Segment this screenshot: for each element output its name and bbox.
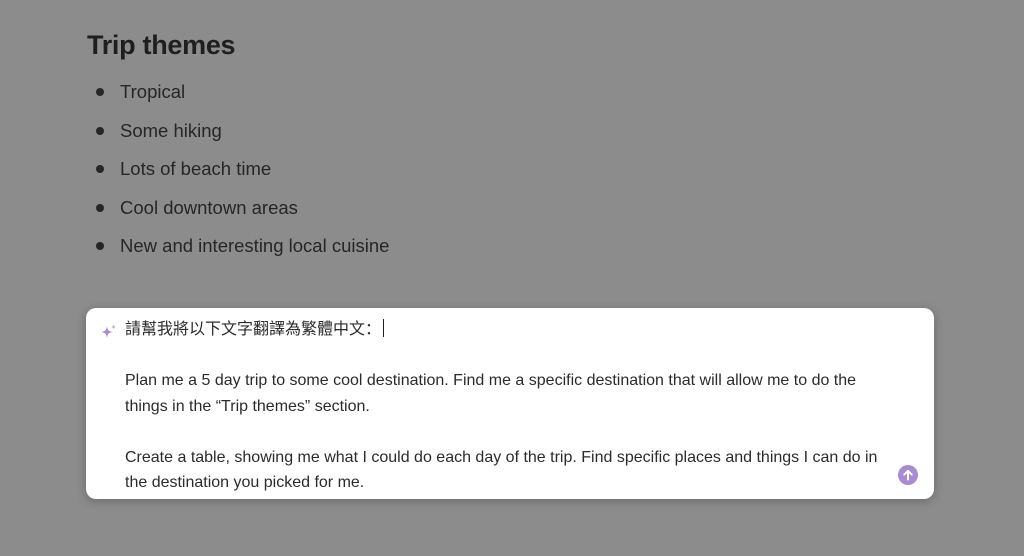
list-item-text: Tropical <box>120 81 186 102</box>
prompt-paragraph: Plan me a 5 day trip to some cool destin… <box>125 372 857 415</box>
send-button[interactable] <box>898 465 918 485</box>
bullet-icon <box>96 88 104 96</box>
list-item: Cool downtown areas <box>96 194 389 233</box>
sparkle-icon <box>98 323 118 343</box>
prompt-input[interactable]: 請幫我將以下文字翻譯為繁體中文： Plan me a 5 day trip to… <box>125 317 885 496</box>
list-item-text: Lots of beach time <box>120 158 272 179</box>
prompt-paragraph: Create a table, showing me what I could … <box>125 448 878 492</box>
list-item-text: Cool downtown areas <box>120 196 298 218</box>
bullet-icon <box>96 126 104 135</box>
list-item: Some hiking <box>96 117 389 156</box>
prompt-instruction: 請幫我將以下文字翻譯為繁體中文： <box>125 321 382 338</box>
list-item: Lots of beach time <box>96 155 389 194</box>
bullet-icon <box>96 242 104 250</box>
list-item-text: Some hiking <box>120 119 222 141</box>
ai-prompt-panel: 請幫我將以下文字翻譯為繁體中文： Plan me a 5 day trip to… <box>86 308 934 499</box>
text-caret <box>383 319 385 337</box>
bullet-icon <box>96 203 104 212</box>
bullet-icon <box>96 165 104 173</box>
list-item: Tropical <box>96 78 389 117</box>
trip-themes-list: Tropical Some hiking Lots of beach time … <box>96 78 389 271</box>
prompt-instruction-line: 請幫我將以下文字翻譯為繁體中文： <box>125 317 885 343</box>
list-item: New and interesting local cuisine <box>96 232 389 271</box>
page-heading: Trip themes <box>87 30 236 60</box>
list-item-text: New and interesting local cuisine <box>120 235 390 256</box>
